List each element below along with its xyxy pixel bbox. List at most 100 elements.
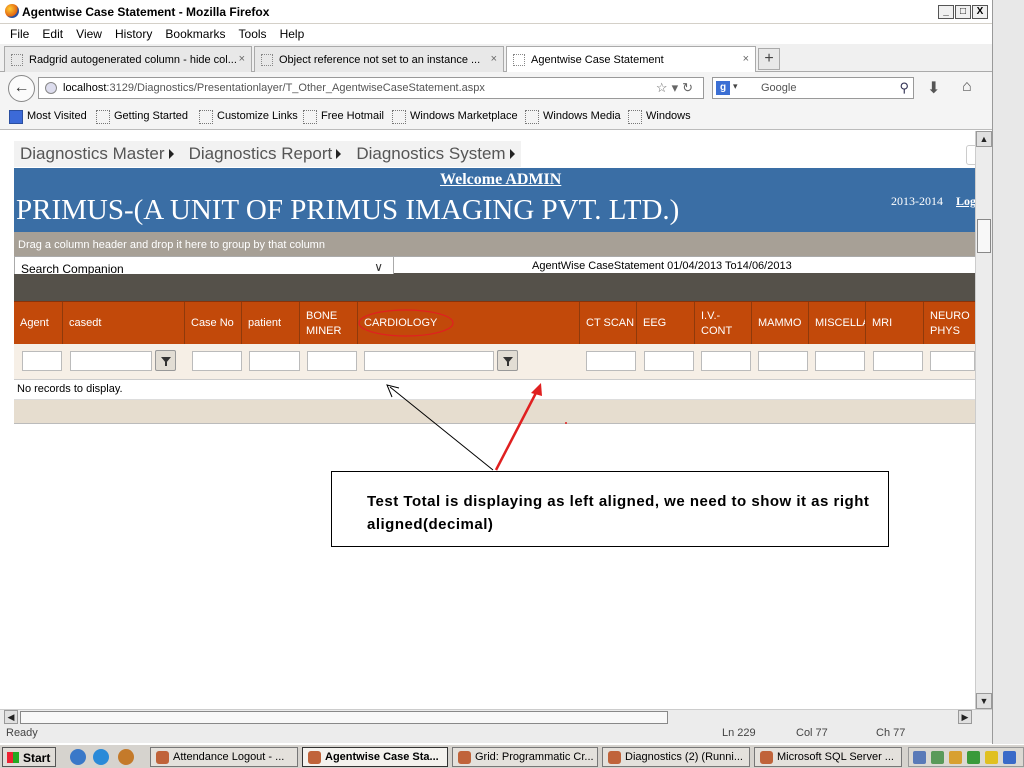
quicklaunch-icon[interactable]	[118, 749, 134, 765]
filter-input-cardiology[interactable]	[364, 351, 494, 371]
security-icon[interactable]	[967, 751, 980, 764]
vertical-scrollbar[interactable]: ▲ ▼	[975, 131, 992, 709]
filter-input-miscella[interactable]	[815, 351, 865, 371]
filter-input-casedt[interactable]	[70, 351, 152, 371]
back-button[interactable]: ←	[8, 75, 35, 102]
taskbar-item-attendance[interactable]: Attendance Logout - ...	[150, 747, 298, 767]
scroll-thumb[interactable]	[977, 219, 991, 253]
google-icon[interactable]: g	[716, 81, 730, 95]
tab-close-icon[interactable]: ×	[743, 53, 749, 65]
nav-diagnostics-report[interactable]: Diagnostics Report	[189, 144, 342, 164]
window-title: Agentwise Case Statement - Mozilla Firef…	[22, 5, 270, 19]
bookmark-windows-marketplace[interactable]: Windows Marketplace	[392, 110, 518, 124]
monitor-icon[interactable]	[1003, 751, 1016, 764]
bookmark-windows[interactable]: Windows	[628, 110, 691, 124]
welcome-text: Welcome ADMIN	[440, 171, 562, 188]
bookmark-customize-links[interactable]: Customize Links	[199, 110, 298, 124]
menu-edit[interactable]: Edit	[42, 27, 63, 41]
chevron-down-icon[interactable]: ∨	[374, 260, 383, 274]
filter-input-ct-scan[interactable]	[586, 351, 636, 371]
menu-tools[interactable]: Tools	[239, 27, 267, 41]
column-header-mri[interactable]: MRI	[866, 302, 924, 345]
minimize-button[interactable]: _	[938, 5, 954, 19]
filter-input-mri[interactable]	[873, 351, 923, 371]
horizontal-scrollbar[interactable]: ◀ ▶	[0, 709, 992, 725]
taskbar-item-diagnostics[interactable]: Diagnostics (2) (Runni...	[602, 747, 750, 767]
new-tab-button[interactable]: +	[758, 48, 780, 70]
tab-label: Object reference not set to an instance …	[279, 54, 481, 66]
user-icon[interactable]	[931, 751, 944, 764]
scroll-right-icon[interactable]: ▶	[958, 710, 972, 724]
scroll-thumb[interactable]	[20, 711, 668, 724]
column-header-mammo[interactable]: MAMMO	[752, 302, 809, 345]
search-icon[interactable]: ⚲	[899, 80, 909, 96]
column-header-neuro-phys[interactable]: NEURO PHYS	[924, 302, 975, 345]
bookmark-star-icon[interactable]: ☆▾↻	[656, 80, 697, 96]
nav-diagnostics-system[interactable]: Diagnostics System	[356, 144, 515, 164]
column-header-bone-miner[interactable]: BONE MINER	[300, 302, 358, 345]
menu-history[interactable]: History	[115, 27, 152, 41]
filter-input-neuro-phys[interactable]	[930, 351, 975, 371]
filter-input-iv-cont[interactable]	[701, 351, 751, 371]
chevron-down-icon[interactable]: ▾	[733, 81, 738, 92]
column-header-cardiology[interactable]: CARDIOLOGY	[358, 302, 580, 345]
menu-file[interactable]: File	[10, 27, 29, 41]
close-button[interactable]: X	[972, 5, 988, 19]
maximize-button[interactable]: □	[955, 5, 971, 19]
menu-view[interactable]: View	[76, 27, 102, 41]
tab-object-reference[interactable]: Object reference not set to an instance …	[254, 46, 504, 72]
show-desktop-icon[interactable]	[70, 749, 86, 765]
network-icon[interactable]	[913, 751, 926, 764]
column-header-ct-scan[interactable]: CT SCAN	[580, 302, 637, 345]
filter-input-agent[interactable]	[22, 351, 62, 371]
ie-icon[interactable]	[93, 749, 109, 765]
tab-agentwise[interactable]: Agentwise Case Statement ×	[506, 46, 756, 73]
filter-icon[interactable]	[155, 350, 176, 371]
scroll-left-icon[interactable]: ◀	[4, 710, 18, 724]
column-header-case-no[interactable]: Case No	[185, 302, 242, 345]
filter-icon[interactable]	[497, 350, 518, 371]
menu-bookmarks[interactable]: Bookmarks	[165, 27, 225, 41]
notes-icon[interactable]	[985, 751, 998, 764]
bookmark-free-hotmail[interactable]: Free Hotmail	[303, 110, 384, 124]
filter-input-eeg[interactable]	[644, 351, 694, 371]
start-button[interactable]: Start	[2, 747, 56, 767]
caret-right-icon	[509, 149, 515, 159]
tab-label: Agentwise Case Statement	[531, 54, 664, 66]
filter-input-case-no[interactable]	[192, 351, 242, 371]
tab-close-icon[interactable]: ×	[491, 53, 497, 65]
group-panel[interactable]: Drag a column header and drop it here to…	[14, 232, 975, 256]
outer-window-edge	[992, 0, 1024, 744]
column-header-miscella[interactable]: MISCELLA	[809, 302, 866, 345]
taskbar-item-sql-server[interactable]: Microsoft SQL Server ...	[754, 747, 902, 767]
bookmark-most-visited[interactable]: Most Visited	[9, 110, 87, 124]
search-input[interactable]: g ▾ Google ⚲	[712, 77, 914, 99]
tab-close-icon[interactable]: ×	[239, 53, 245, 65]
column-header-iv-cont[interactable]: I.V.- CONT	[695, 302, 752, 345]
filter-input-mammo[interactable]	[758, 351, 808, 371]
filter-input-patient[interactable]	[249, 351, 300, 371]
logout-link[interactable]: Log	[956, 194, 975, 209]
tab-radgrid[interactable]: Radgrid autogenerated column - hide col.…	[4, 46, 252, 72]
app-top-nav: Diagnostics Master Diagnostics Report Di…	[14, 141, 521, 167]
filter-input-bone-miner[interactable]	[307, 351, 357, 371]
nav-diagnostics-master[interactable]: Diagnostics Master	[20, 144, 174, 164]
home-icon[interactable]: ⌂	[962, 78, 972, 96]
taskbar-item-grid[interactable]: Grid: Programmatic Cr...	[452, 747, 598, 767]
grid-footer	[14, 400, 975, 424]
scroll-up-icon[interactable]: ▲	[976, 131, 992, 147]
column-header-agent[interactable]: Agent	[14, 302, 63, 345]
page-search-box[interactable]	[966, 145, 975, 165]
scroll-down-icon[interactable]: ▼	[976, 693, 992, 709]
column-header-eeg[interactable]: EEG	[637, 302, 695, 345]
bookmark-windows-media[interactable]: Windows Media	[525, 110, 621, 124]
download-icon[interactable]: ⬇	[927, 78, 940, 98]
menu-help[interactable]: Help	[280, 27, 305, 41]
column-header-patient[interactable]: patient	[242, 302, 300, 345]
bookmark-getting-started[interactable]: Getting Started	[96, 110, 188, 124]
taskbar-item-agentwise[interactable]: Agentwise Case Sta...	[302, 747, 448, 767]
windows-taskbar: Start Attendance Logout - ... Agentwise …	[0, 744, 1024, 768]
column-header-casedt[interactable]: casedt	[63, 302, 185, 345]
chat-icon[interactable]	[949, 751, 962, 764]
address-bar[interactable]: localhost:3129/Diagnostics/Presentationl…	[38, 77, 704, 99]
